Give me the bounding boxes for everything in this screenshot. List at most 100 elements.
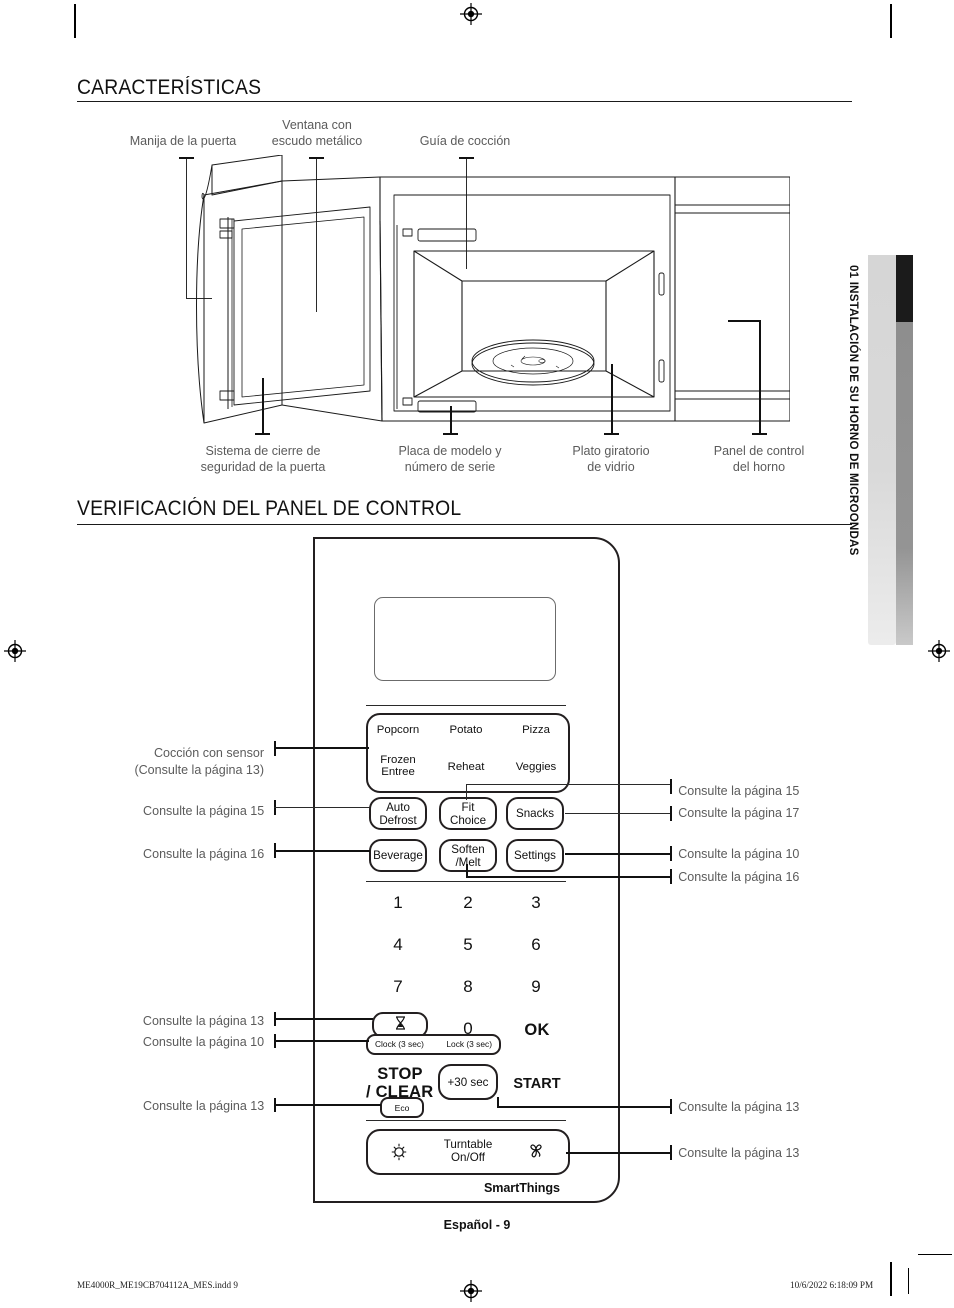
footer-divider-vertical	[908, 1268, 910, 1294]
tick-add30-ref	[670, 1099, 673, 1114]
leader-door-safety-tick	[255, 433, 270, 436]
footer-divider-right	[918, 1254, 952, 1256]
leader-model-plate-v	[450, 406, 453, 435]
label-sensor-cook: Cocción con sensor (Consulte la página 1…	[134, 745, 264, 777]
button-auto-defrost[interactable]: Auto Defrost	[369, 797, 427, 830]
features-rule	[77, 101, 852, 102]
leader-clock-ref	[274, 1040, 369, 1043]
leader-turntable-v	[611, 364, 614, 435]
display-screen	[374, 597, 556, 681]
leader-model-plate-tick	[443, 433, 458, 436]
crop-mark-top-right	[890, 4, 892, 38]
leader-beverage-ref	[274, 850, 370, 853]
registration-mark-bottom	[460, 1280, 482, 1302]
keypad-8[interactable]: 8	[448, 977, 488, 997]
sensor-button-veggies[interactable]: Veggies	[508, 761, 564, 773]
label-snacks-ref: Consulte la página 17	[678, 805, 800, 820]
sensor-button-reheat[interactable]: Reheat	[438, 761, 494, 773]
label-glass-turntable: Plato giratorio de vidrio	[572, 443, 650, 474]
divider-below-beverage	[366, 881, 566, 883]
sensor-button-frozen-entree[interactable]: Frozen Entree	[370, 754, 426, 779]
clock-label: Clock (3 sec)	[375, 1039, 424, 1049]
leader-eco-ref	[274, 1104, 381, 1107]
registration-mark-left	[4, 640, 26, 662]
leader-add30-ref	[497, 1106, 671, 1109]
label-auto-defrost-ref: Consulte la página 15	[143, 803, 265, 818]
leader-settings-ref	[466, 876, 671, 879]
sensor-button-potato[interactable]: Potato	[438, 724, 494, 736]
page-number: Español - 9	[443, 1218, 511, 1232]
button-ok[interactable]: OK	[516, 1021, 558, 1040]
button-start[interactable]: START	[506, 1076, 568, 1092]
leader-snacks-ref	[565, 813, 671, 815]
tick-soften-melt-ref	[670, 846, 673, 861]
clock-lock-strip[interactable]: Clock (3 sec) Lock (3 sec)	[366, 1034, 501, 1055]
keypad-5[interactable]: 5	[448, 935, 488, 955]
sensor-button-popcorn[interactable]: Popcorn	[370, 724, 426, 736]
label-turntable-ref: Consulte la página 13	[678, 1145, 800, 1160]
page-title-features: CARACTERÍSTICAS	[77, 76, 262, 99]
leader-turntable-ref	[566, 1152, 671, 1155]
footer-filename: ME4000R_ME19CB704112A_MES.indd 9	[77, 1280, 238, 1290]
leader-turntable-tick	[604, 433, 619, 436]
leader-control-panel-h	[728, 320, 761, 323]
button-turntable-on-off[interactable]: Turntable On/Off	[366, 1129, 570, 1175]
tick-turntable-ref	[670, 1145, 673, 1160]
registration-mark-right	[928, 640, 950, 662]
label-settings-ref: Consulte la página 16	[678, 869, 800, 884]
button-add-30-sec[interactable]: +30 sec	[438, 1064, 498, 1100]
label-soften-melt-ref: Consulte la página 10	[678, 846, 800, 861]
keypad-9[interactable]: 9	[516, 977, 556, 997]
side-tab-dark-block	[896, 255, 913, 322]
leader-fit-choice-ref	[466, 784, 671, 786]
button-settings[interactable]: Settings	[506, 839, 564, 872]
label-cooking-guide: Guía de cocción	[419, 133, 511, 148]
control-panel-rule	[77, 524, 852, 525]
keypad-4[interactable]: 4	[378, 935, 418, 955]
divider-above-sensor	[366, 705, 566, 707]
keypad-3[interactable]: 3	[516, 893, 556, 913]
keypad-1[interactable]: 1	[378, 893, 418, 913]
label-door-safety-lock: Sistema de cierre de seguridad de la pue…	[200, 443, 326, 474]
label-window-metal-shield: Ventana con escudo metálico	[271, 117, 363, 148]
registration-mark-top	[460, 3, 482, 25]
button-stop[interactable]: STOP	[368, 1065, 432, 1084]
lock-label: Lock (3 sec)	[446, 1039, 492, 1049]
label-model-serial-plate: Placa de modelo y número de serie	[398, 443, 502, 474]
keypad-6[interactable]: 6	[516, 935, 556, 955]
sensor-button-pizza[interactable]: Pizza	[508, 724, 564, 736]
button-snacks[interactable]: Snacks	[506, 797, 564, 830]
label-eco-ref: Consulte la página 13	[143, 1098, 265, 1113]
divider-above-turntable	[366, 1120, 566, 1122]
leader-control-panel-tick	[752, 433, 767, 436]
page-title-control-panel: VERIFICACIÓN DEL PANEL DE CONTROL	[77, 497, 462, 520]
side-tab-gray-block	[896, 322, 913, 645]
keypad-2[interactable]: 2	[448, 893, 488, 913]
crop-mark-bottom-right	[890, 1262, 892, 1296]
tick-settings-ref	[670, 869, 673, 884]
leader-auto-defrost-ref	[274, 807, 370, 809]
side-tab-section-label: 01 INSTALACIÓN DE SU HORNO DE MICROONDAS	[847, 265, 861, 556]
label-door-handle: Manija de la puerta	[129, 133, 237, 148]
label-oven-control-panel: Panel de control del horno	[713, 443, 805, 474]
fan-icon	[526, 1141, 546, 1166]
label-clock-ref: Consulte la página 10	[142, 1034, 265, 1049]
leader-settings-v	[466, 864, 469, 878]
button-eco[interactable]: Eco	[380, 1097, 424, 1118]
side-tab-background	[868, 255, 896, 645]
leader-fit-choice-v	[466, 784, 468, 800]
tick-snacks-ref	[670, 806, 673, 821]
keypad-7[interactable]: 7	[378, 977, 418, 997]
button-fit-choice[interactable]: Fit Choice	[439, 797, 497, 830]
label-timer-ref: Consulte la página 13	[142, 1013, 265, 1028]
leader-sensor-cook	[274, 747, 369, 750]
crop-mark-top-left	[74, 4, 76, 38]
leader-add30-v	[497, 1097, 500, 1108]
leader-timer-ref	[274, 1018, 373, 1021]
smartthings-label: SmartThings	[484, 1181, 560, 1195]
button-beverage[interactable]: Beverage	[369, 839, 427, 872]
label-add30-ref: Consulte la página 13	[678, 1099, 800, 1114]
tick-fit-choice-ref	[670, 779, 673, 794]
leader-soften-melt-ref	[565, 853, 671, 856]
label-beverage-ref: Consulte la página 16	[143, 846, 265, 861]
